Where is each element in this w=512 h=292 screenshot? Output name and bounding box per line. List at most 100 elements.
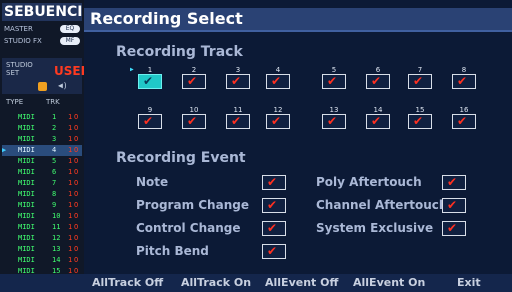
track-checkbox[interactable]: ✔ <box>182 114 206 129</box>
all-track-off-button[interactable]: AllTrack Off <box>92 274 163 292</box>
track-checkbox[interactable]: ✔ <box>266 74 290 89</box>
track-checkbox[interactable]: ✔ <box>408 114 432 129</box>
track-list-row[interactable]: MIDI 12 1 O <box>2 233 82 244</box>
track-checkbox[interactable]: ✔ <box>182 74 206 89</box>
check-icon: ✔ <box>143 74 154 88</box>
track-6-toggle[interactable]: 6 ✔ <box>360 66 396 90</box>
track-type: MIDI <box>18 135 35 143</box>
track-number: 1 <box>52 113 57 121</box>
track-list-row[interactable]: ▶ MIDI 4 1 O <box>2 145 82 156</box>
track-number-label: 15 <box>415 106 425 114</box>
track-checkbox[interactable]: ✔ <box>138 114 162 129</box>
track-checkbox[interactable]: ✔ <box>452 114 476 129</box>
track-checkbox[interactable]: ✔ <box>322 114 346 129</box>
track-channel: 1 <box>68 179 73 187</box>
track-type: MIDI <box>18 113 35 121</box>
track-list-row[interactable]: MIDI 14 1 O <box>2 255 82 266</box>
master-fx-row[interactable]: MASTER EQ <box>2 24 82 34</box>
track-checkbox[interactable]: ✔ <box>452 74 476 89</box>
track-list-row[interactable]: MIDI 7 1 O <box>2 178 82 189</box>
track-list-row[interactable]: MIDI 2 1 O <box>2 123 82 134</box>
track-checkbox[interactable]: ✔ <box>226 74 250 89</box>
track-10-toggle[interactable]: 10 ✔ <box>176 106 212 130</box>
track-channel: 1 <box>68 190 73 198</box>
track-list: MIDI 1 1 O MIDI 2 1 O MIDI 3 1 O ▶ MIDI 4 1 O MIDI 5 1 O MIDI… <box>2 112 82 288</box>
track-list-row[interactable]: MIDI 9 1 O <box>2 200 82 211</box>
track-5-toggle[interactable]: 5 ✔ <box>316 66 352 90</box>
all-event-on-button[interactable]: AllEvent On <box>353 274 425 292</box>
studio-fx-toggle[interactable]: MF <box>60 37 80 45</box>
track-7-toggle[interactable]: 7 ✔ <box>402 66 438 90</box>
control-change-checkbox[interactable]: ✔ <box>262 221 286 236</box>
check-icon: ✔ <box>271 74 282 88</box>
check-icon: ✔ <box>267 175 278 189</box>
check-icon: ✔ <box>267 198 278 212</box>
channel-aftertouch-checkbox[interactable]: ✔ <box>442 198 466 213</box>
dialog-title: Recording Select <box>90 9 243 28</box>
track-list-row[interactable]: MIDI 1 1 O <box>2 112 82 123</box>
track-list-row[interactable]: MIDI 13 1 O <box>2 244 82 255</box>
check-icon: ✔ <box>371 114 382 128</box>
track-13-toggle[interactable]: 13 ✔ <box>316 106 352 130</box>
poly-aftertouch-label: Poly Aftertouch <box>316 175 422 189</box>
track-number: 4 <box>52 146 57 154</box>
track-3-toggle[interactable]: 3 ✔ <box>220 66 256 90</box>
track-checkbox[interactable]: ✔ <box>226 114 250 129</box>
check-icon: ✔ <box>187 74 198 88</box>
all-event-off-button[interactable]: AllEvent Off <box>265 274 338 292</box>
track-number: 12 <box>52 234 61 242</box>
track-12-toggle[interactable]: 12 ✔ <box>260 106 296 130</box>
function-bar: AllTrack Off AllTrack On AllEvent Off Al… <box>0 274 512 292</box>
pitch-bend-checkbox[interactable]: ✔ <box>262 244 286 259</box>
track-channel: 1 <box>68 256 73 264</box>
track-11-toggle[interactable]: 11 ✔ <box>220 106 256 130</box>
track-checkbox[interactable]: ✔ <box>138 74 162 89</box>
track-checkbox[interactable]: ✔ <box>266 114 290 129</box>
track-channel: 1 <box>68 234 73 242</box>
track-list-row[interactable]: MIDI 3 1 O <box>2 134 82 145</box>
track-list-row[interactable]: MIDI 11 1 O <box>2 222 82 233</box>
track-number: 14 <box>52 256 61 264</box>
track-number-label: 7 <box>417 66 423 74</box>
recording-select-dialog: Recording Select Recording Track ▶ 1 ✔ 2 ✔ 3 ✔… <box>84 0 512 292</box>
track-type: MIDI <box>18 179 35 187</box>
track-14-toggle[interactable]: 14 ✔ <box>360 106 396 130</box>
check-icon: ✔ <box>271 114 282 128</box>
track-list-row[interactable]: MIDI 5 1 O <box>2 156 82 167</box>
track-9-toggle[interactable]: 9 ✔ <box>132 106 168 130</box>
track-number: 2 <box>52 124 57 132</box>
track-list-row[interactable]: MIDI 8 1 O <box>2 189 82 200</box>
track-channel: 1 <box>68 146 73 154</box>
track-checkbox[interactable]: ✔ <box>366 114 390 129</box>
track-list-row[interactable]: MIDI 6 1 O <box>2 167 82 178</box>
track-checkbox[interactable]: ✔ <box>408 74 432 89</box>
track-checkbox[interactable]: ✔ <box>366 74 390 89</box>
track-status: O <box>74 146 79 154</box>
program-change-checkbox[interactable]: ✔ <box>262 198 286 213</box>
track-2-toggle[interactable]: 2 ✔ <box>176 66 212 90</box>
track-16-toggle[interactable]: 16 ✔ <box>446 106 482 130</box>
current-track-cursor-icon: ▶ <box>2 146 7 154</box>
track-checkbox[interactable]: ✔ <box>322 74 346 89</box>
all-track-on-button[interactable]: AllTrack On <box>181 274 251 292</box>
poly-aftertouch-checkbox[interactable]: ✔ <box>442 175 466 190</box>
track-1-toggle[interactable]: ▶ 1 ✔ <box>130 66 168 90</box>
studio-set-box[interactable]: STUDIO SET USEI ◀) <box>2 58 84 94</box>
track-8-toggle[interactable]: 8 ✔ <box>446 66 482 90</box>
track-number: 11 <box>52 223 61 231</box>
track-15-toggle[interactable]: 15 ✔ <box>402 106 438 130</box>
system-exclusive-checkbox[interactable]: ✔ <box>442 221 466 236</box>
track-list-row[interactable]: MIDI 10 1 O <box>2 211 82 222</box>
master-eq-toggle[interactable]: EQ <box>60 25 80 33</box>
track-number: 13 <box>52 245 61 253</box>
check-icon: ✔ <box>231 74 242 88</box>
track-type: MIDI <box>18 201 35 209</box>
folder-icon[interactable] <box>38 82 47 91</box>
studio-fx-row[interactable]: STUDIO FX MF <box>2 36 82 46</box>
track-channel: 1 <box>68 201 73 209</box>
note-checkbox[interactable]: ✔ <box>262 175 286 190</box>
exit-button[interactable]: Exit <box>457 274 481 292</box>
track-channel: 1 <box>68 223 73 231</box>
track-4-toggle[interactable]: 4 ✔ <box>260 66 296 90</box>
control-change-label: Control Change <box>136 221 241 235</box>
